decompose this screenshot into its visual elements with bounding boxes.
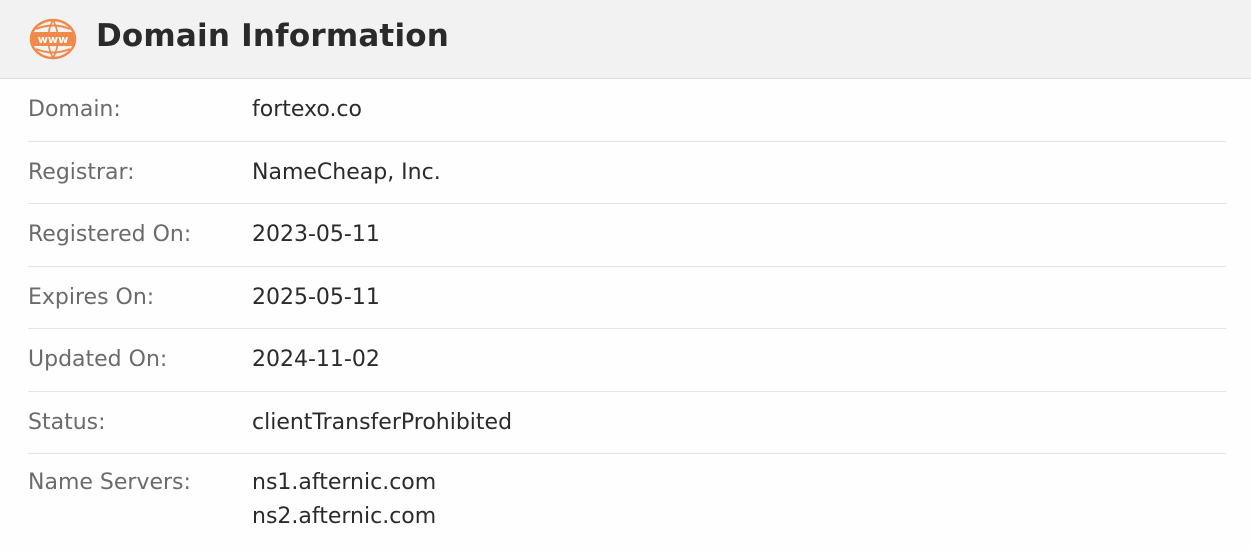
info-row-registrar: Registrar: NameCheap, Inc.	[28, 142, 1226, 204]
info-label: Registered On:	[28, 222, 192, 248]
info-value: NameCheap, Inc.	[252, 159, 441, 185]
info-row-expires-on: Expires On: 2025-05-11	[28, 267, 1226, 329]
info-label: Status:	[28, 409, 106, 435]
info-row-name-servers: Name Servers: ns1.afternic.com ns2.after…	[28, 454, 1226, 529]
info-row-domain: Domain: fortexo.co	[28, 79, 1226, 142]
name-server-item: ns2.afternic.com	[252, 504, 437, 529]
domain-info-table: Domain: fortexo.co Registrar: NameCheap,…	[28, 79, 1226, 529]
info-label: Updated On:	[28, 347, 168, 373]
name-server-list: ns1.afternic.com ns2.afternic.com	[252, 470, 436, 529]
info-label: Domain:	[28, 97, 121, 123]
name-server-item: ns1.afternic.com	[252, 470, 437, 495]
domain-information-panel: www Domain Information Domain: fortexo.c…	[0, 0, 1251, 551]
panel-header: www Domain Information	[0, 0, 1251, 79]
info-label: Registrar:	[28, 159, 135, 185]
info-row-registered-on: Registered On: 2023-05-11	[28, 204, 1226, 267]
www-icon-text: www	[38, 33, 69, 46]
info-value: 2024-11-02	[252, 347, 380, 373]
www-globe-icon: www	[28, 18, 78, 60]
info-value: 2023-05-11	[252, 222, 380, 248]
info-value: fortexo.co	[252, 97, 362, 123]
info-label: Expires On:	[28, 284, 155, 310]
page-title: Domain Information	[96, 18, 450, 54]
info-value: clientTransferProhibited	[252, 409, 513, 435]
info-row-updated-on: Updated On: 2024-11-02	[28, 329, 1226, 392]
info-label: Name Servers:	[28, 470, 191, 495]
info-row-status: Status: clientTransferProhibited	[28, 392, 1226, 454]
info-value: 2025-05-11	[252, 284, 380, 310]
